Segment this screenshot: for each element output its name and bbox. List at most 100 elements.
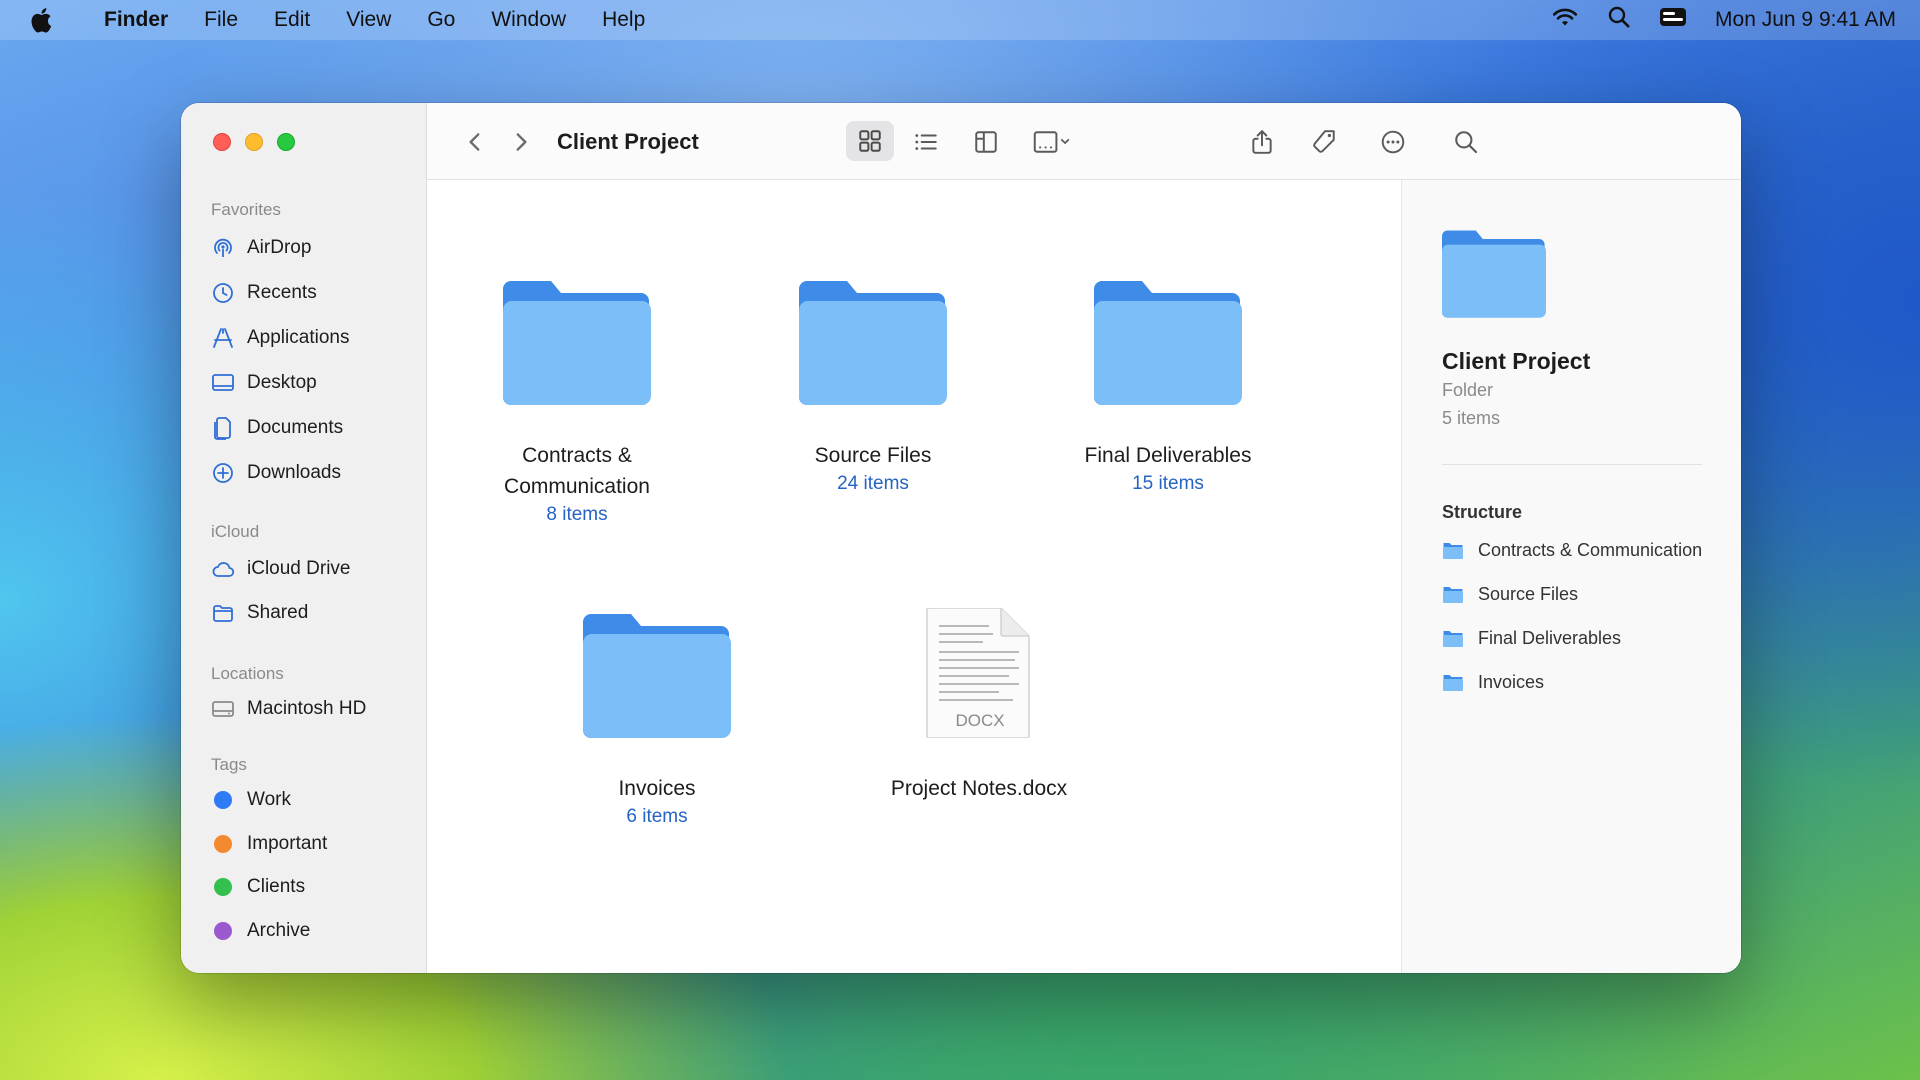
item-name: Contracts & Communication (467, 440, 687, 502)
applications-icon (213, 328, 233, 348)
list-view-button[interactable] (903, 103, 949, 180)
search-button[interactable] (1443, 103, 1489, 180)
gallery-view-button[interactable] (1023, 103, 1079, 180)
sidebar: Favorites AirDrop Recents Applications D… (181, 103, 427, 973)
desktop-icon (212, 374, 234, 391)
list-icon (915, 133, 937, 150)
sidebar-item-icloud-drive[interactable]: iCloud Drive (211, 552, 411, 586)
column-view-button[interactable] (963, 103, 1009, 180)
control-center-icon[interactable] (1659, 6, 1687, 34)
toolbar: Client Project (427, 103, 1741, 180)
sidebar-item-label: Important (247, 833, 328, 854)
menu-edit[interactable]: Edit (256, 0, 328, 40)
sidebar-section-tags: Tags (211, 755, 247, 774)
folder-icon (1443, 542, 1463, 559)
sidebar-item-macintosh-hd[interactable]: Macintosh HD (211, 692, 411, 726)
sidebar-item-label: Applications (247, 327, 350, 348)
wifi-icon[interactable] (1551, 6, 1579, 34)
preview-item-count: 5 items (1442, 408, 1501, 428)
menu-help[interactable]: Help (584, 0, 663, 40)
item-name: Final Deliverables (1084, 444, 1252, 467)
sidebar-item-desktop[interactable]: Desktop (211, 366, 411, 400)
structure-item[interactable]: Invoices (1442, 672, 1544, 693)
close-window-button[interactable] (213, 133, 231, 151)
folder-item-source-files[interactable]: Source Files 24 items (763, 275, 983, 495)
tag-dot-icon (214, 835, 232, 853)
sidebar-tag-work[interactable]: Work (211, 783, 411, 817)
structure-item[interactable]: Final Deliverables (1442, 628, 1621, 649)
preview-pane: Client Project Folder 5 items Structure … (1401, 180, 1741, 973)
sidebar-tag-important[interactable]: Important (211, 827, 411, 861)
divider (1442, 464, 1702, 465)
preview-kind: Folder (1442, 380, 1494, 400)
sidebar-item-recents[interactable]: Recents (211, 276, 411, 310)
folder-icon (1443, 630, 1463, 647)
sidebar-section-locations: Locations (211, 664, 284, 683)
search-icon (1455, 130, 1478, 153)
window-title: Client Project (557, 128, 699, 154)
finder-window: Favorites AirDrop Recents Applications D… (181, 103, 1741, 973)
tag-dot-icon (214, 878, 232, 896)
sidebar-tag-archive[interactable]: Archive (211, 914, 411, 948)
shared-folder-icon (213, 605, 233, 622)
menu-file[interactable]: File (186, 0, 256, 40)
tag-dot-icon (214, 922, 232, 940)
back-button[interactable] (455, 103, 495, 180)
folder-icon (799, 281, 947, 405)
folder-icon (1443, 674, 1463, 691)
sidebar-item-applications[interactable]: Applications (211, 321, 411, 355)
sidebar-item-label: Recents (247, 282, 317, 303)
structure-item[interactable]: Contracts & Communication (1442, 540, 1702, 561)
sidebar-item-label: Downloads (247, 462, 341, 483)
zoom-window-button[interactable] (277, 133, 295, 151)
menu-bar: Finder File Edit View Go Window Help Mon… (0, 0, 1920, 40)
tag-button[interactable] (1301, 103, 1347, 180)
icon-view-button[interactable] (846, 121, 894, 161)
icon-grid: Contracts & Communication 8 items Source… (427, 180, 1401, 973)
folder-icon (1443, 586, 1463, 603)
sidebar-item-label: iCloud Drive (247, 558, 351, 579)
item-name: Project Notes.docx (890, 777, 1068, 800)
columns-icon (975, 130, 997, 153)
sidebar-section-icloud: iCloud (211, 522, 260, 541)
sidebar-item-shared[interactable]: Shared (211, 596, 411, 630)
content-area: Contracts & Communication 8 items Source… (427, 180, 1741, 973)
minimize-window-button[interactable] (245, 133, 263, 151)
item-count: 24 items (837, 473, 909, 494)
sidebar-item-documents[interactable]: Documents (211, 411, 411, 445)
item-name-line: Communication (504, 475, 650, 498)
sidebar-item-label: Clients (247, 876, 306, 897)
structure-item-label: Source Files (1478, 584, 1579, 604)
sidebar-tag-clients[interactable]: Clients (211, 870, 411, 904)
structure-item[interactable]: Source Files (1442, 584, 1578, 605)
forward-button[interactable] (501, 103, 541, 180)
file-type-badge: DOCX (955, 711, 1004, 730)
spotlight-search-icon[interactable] (1607, 5, 1631, 35)
download-icon (213, 463, 233, 483)
chevron-left-icon (469, 132, 480, 151)
sidebar-item-label: Archive (247, 920, 311, 941)
apple-menu-icon[interactable] (30, 7, 60, 33)
chevron-right-icon (516, 132, 527, 151)
item-name: Invoices (618, 777, 696, 800)
folder-item-contracts[interactable]: Contracts & Communication 8 items (467, 275, 687, 526)
window-controls (213, 133, 295, 151)
menu-window[interactable]: Window (473, 0, 584, 40)
menu-app-finder[interactable]: Finder (86, 0, 186, 40)
sidebar-item-label: Shared (247, 602, 309, 623)
more-actions-button[interactable] (1370, 103, 1416, 180)
menubar-clock[interactable]: Mon Jun 9 9:41 AM (1715, 8, 1896, 32)
disk-icon (212, 701, 234, 717)
folder-item-invoices[interactable]: Invoices 6 items (547, 608, 767, 828)
sidebar-item-downloads[interactable]: Downloads (211, 456, 411, 490)
menu-go[interactable]: Go (409, 0, 473, 40)
menu-view[interactable]: View (328, 0, 409, 40)
tag-icon (1313, 129, 1335, 153)
sidebar-item-label: AirDrop (247, 237, 312, 258)
share-button[interactable] (1239, 103, 1285, 180)
sidebar-item-airdrop[interactable]: AirDrop (211, 231, 411, 265)
file-item-project-notes[interactable]: DOCX Project Notes.docx (869, 607, 1089, 804)
item-name-line: Contracts & (522, 444, 632, 467)
item-count: 6 items (626, 806, 688, 827)
folder-item-final-deliverables[interactable]: Final Deliverables 15 items (1058, 275, 1278, 495)
